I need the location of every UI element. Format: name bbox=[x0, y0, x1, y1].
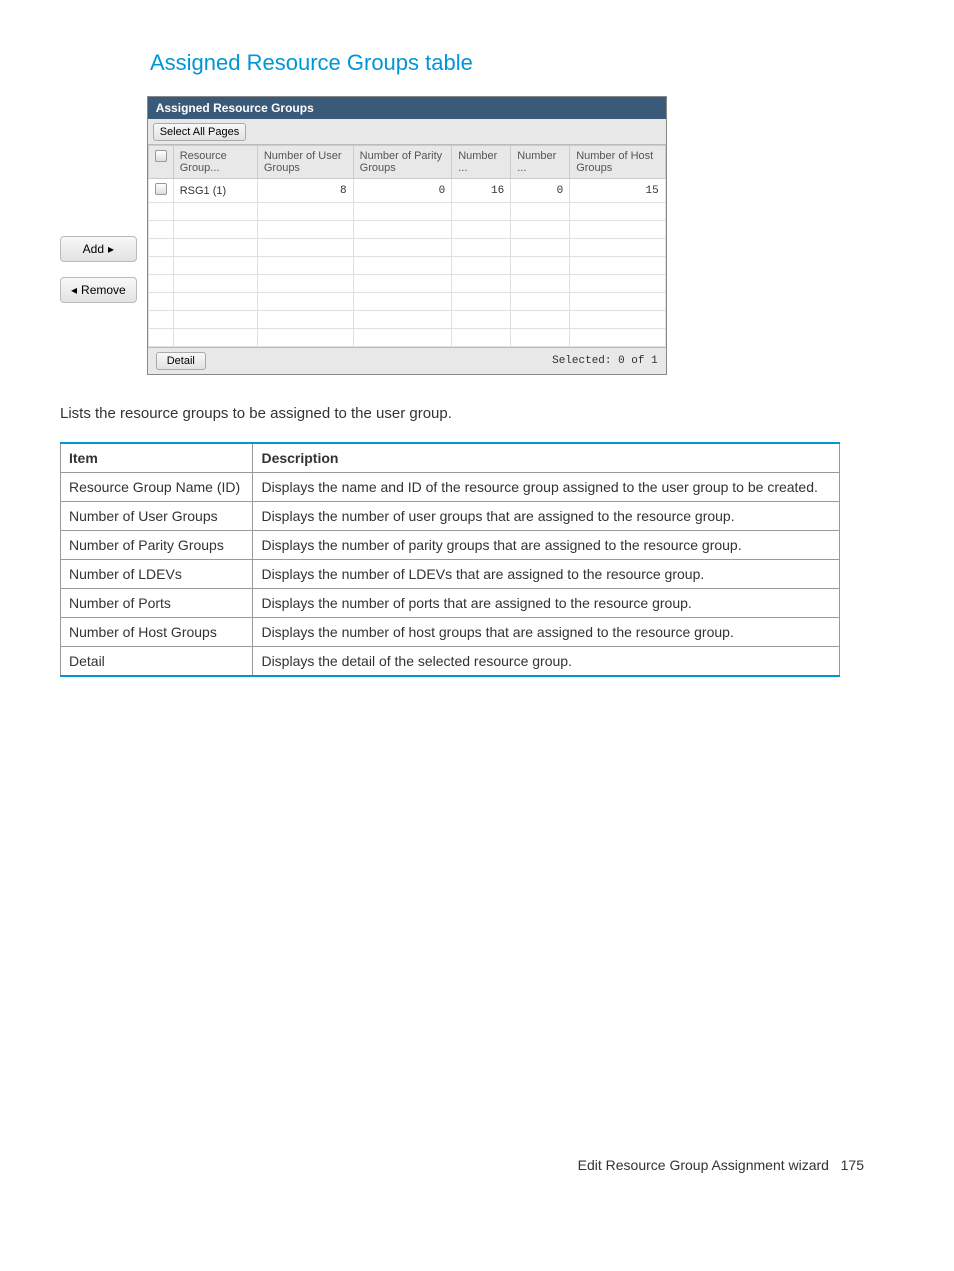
info-row: Number of LDEVsDisplays the number of LD… bbox=[61, 560, 840, 589]
col-user-groups: Number of User Groups bbox=[257, 146, 353, 179]
table-row bbox=[148, 257, 665, 275]
info-row: Number of Parity GroupsDisplays the numb… bbox=[61, 531, 840, 560]
footer-text: Edit Resource Group Assignment wizard bbox=[578, 1157, 829, 1173]
table-row bbox=[148, 275, 665, 293]
info-row: Number of Host GroupsDisplays the number… bbox=[61, 618, 840, 647]
info-item: Number of Ports bbox=[61, 589, 253, 618]
cell-name: RSG1 (1) bbox=[173, 179, 257, 203]
cell-host-groups: 15 bbox=[570, 179, 666, 203]
table-row bbox=[148, 329, 665, 347]
panel-footer: Detail Selected: 0 of 1 bbox=[148, 347, 666, 374]
info-desc: Displays the number of user groups that … bbox=[253, 502, 840, 531]
detail-button[interactable]: Detail bbox=[156, 352, 206, 370]
info-row: Number of PortsDisplays the number of po… bbox=[61, 589, 840, 618]
table-row bbox=[148, 311, 665, 329]
resource-groups-grid: Resource Group... Number of User Groups … bbox=[148, 145, 666, 347]
info-desc: Displays the number of ports that are as… bbox=[253, 589, 840, 618]
remove-button[interactable]: ◂ Remove bbox=[60, 277, 137, 303]
table-row bbox=[148, 239, 665, 257]
chevron-right-icon: ▸ bbox=[108, 242, 114, 256]
info-desc: Displays the detail of the selected reso… bbox=[253, 647, 840, 677]
header-checkbox-cell bbox=[148, 146, 173, 179]
info-row: Number of User GroupsDisplays the number… bbox=[61, 502, 840, 531]
row-checkbox[interactable] bbox=[155, 183, 167, 195]
assigned-resource-groups-panel: Assigned Resource Groups Select All Page… bbox=[147, 96, 667, 375]
panel-header: Assigned Resource Groups bbox=[148, 97, 666, 119]
info-item: Number of Parity Groups bbox=[61, 531, 253, 560]
table-row bbox=[148, 203, 665, 221]
chevron-left-icon: ◂ bbox=[71, 283, 77, 297]
info-desc: Displays the number of parity groups tha… bbox=[253, 531, 840, 560]
info-item: Resource Group Name (ID) bbox=[61, 473, 253, 502]
cell-parity-groups: 0 bbox=[353, 179, 452, 203]
page-title: Assigned Resource Groups table bbox=[150, 50, 894, 76]
description-text: Lists the resource groups to be assigned… bbox=[60, 405, 894, 422]
col-number-1: Number ... bbox=[452, 146, 511, 179]
page-footer: Edit Resource Group Assignment wizard 17… bbox=[60, 1157, 894, 1173]
table-row[interactable]: RSG1 (1) 8 0 16 0 15 bbox=[148, 179, 665, 203]
info-item: Number of LDEVs bbox=[61, 560, 253, 589]
col-resource-group: Resource Group... bbox=[173, 146, 257, 179]
table-row bbox=[148, 221, 665, 239]
selected-count: Selected: 0 of 1 bbox=[552, 355, 658, 367]
info-desc: Displays the number of host groups that … bbox=[253, 618, 840, 647]
panel-toolbar: Select All Pages bbox=[148, 119, 666, 145]
table-row bbox=[148, 293, 665, 311]
info-row: DetailDisplays the detail of the selecte… bbox=[61, 647, 840, 677]
page-number: 175 bbox=[841, 1157, 864, 1173]
cell-col4: 16 bbox=[452, 179, 511, 203]
remove-label: Remove bbox=[81, 283, 126, 297]
info-desc: Displays the number of LDEVs that are as… bbox=[253, 560, 840, 589]
info-item: Number of User Groups bbox=[61, 502, 253, 531]
info-item: Number of Host Groups bbox=[61, 618, 253, 647]
info-header-item: Item bbox=[61, 443, 253, 473]
info-item: Detail bbox=[61, 647, 253, 677]
header-checkbox[interactable] bbox=[155, 150, 167, 162]
info-header-desc: Description bbox=[253, 443, 840, 473]
add-button[interactable]: Add ▸ bbox=[60, 236, 137, 262]
col-number-2: Number ... bbox=[511, 146, 570, 179]
info-desc: Displays the name and ID of the resource… bbox=[253, 473, 840, 502]
item-description-table: Item Description Resource Group Name (ID… bbox=[60, 442, 840, 677]
cell-col5: 0 bbox=[511, 179, 570, 203]
col-host-groups: Number of Host Groups bbox=[570, 146, 666, 179]
info-row: Resource Group Name (ID)Displays the nam… bbox=[61, 473, 840, 502]
cell-user-groups: 8 bbox=[257, 179, 353, 203]
col-parity-groups: Number of Parity Groups bbox=[353, 146, 452, 179]
add-label: Add bbox=[83, 242, 104, 256]
select-all-pages-button[interactable]: Select All Pages bbox=[153, 123, 247, 141]
